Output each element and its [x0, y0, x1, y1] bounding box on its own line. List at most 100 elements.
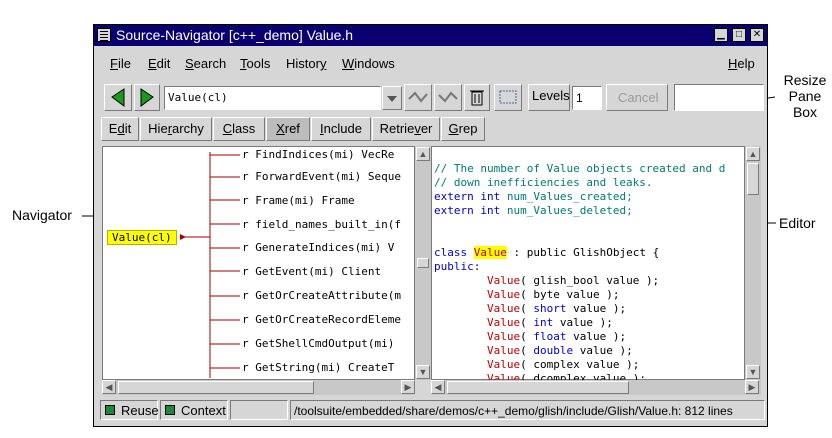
status-path: /toolsuite/embedded/share/demos/c++_demo… — [290, 400, 765, 420]
navigator-row[interactable]: r GenerateIndices(mi) V — [242, 241, 394, 254]
ctor-args: ( — [520, 316, 534, 329]
context-toggle[interactable]: Context — [160, 400, 228, 420]
editor-ctor-line: Value( glish_bool value ); — [434, 274, 659, 287]
ctor-type: double — [533, 344, 574, 357]
resize-pane-box[interactable] — [417, 258, 429, 268]
editor-class-line: class Value : public GlishObject { — [434, 246, 659, 259]
splitter-down-icon[interactable]: ▼ — [416, 365, 430, 379]
status-spacer — [230, 400, 288, 420]
keyword-extern: extern — [434, 190, 474, 203]
navigator-row[interactable]: r field_names_built_in(f — [242, 218, 401, 231]
scroll-right-icon[interactable]: ▶ — [401, 380, 415, 394]
trash-icon — [470, 90, 484, 106]
ctor-type: int — [533, 316, 554, 329]
editor-hscrollbar[interactable]: ◀ ▶ — [431, 380, 761, 395]
editor-ctor-line: Value( complex value ); — [434, 358, 639, 371]
main-window: Source-Navigator [c++_demo] Value.h ▁ □ … — [93, 24, 768, 427]
ctor-args-tail: value ); — [553, 316, 613, 329]
editor-ctor-line: Value( double value ); — [434, 344, 633, 357]
ctor-args: ( — [520, 302, 534, 315]
ctor-name: Value — [486, 330, 521, 343]
ctor-name: Value — [486, 274, 521, 287]
highlighted-class-name[interactable]: Value — [473, 246, 507, 259]
ctor-name: Value — [486, 372, 521, 380]
navigator-row[interactable]: r GetOrCreateRecordEleme — [242, 313, 401, 326]
scroll-right-icon[interactable]: ▶ — [745, 380, 759, 394]
editor-public-line: public: — [434, 260, 481, 273]
ctor-args-tail: value ); — [573, 344, 633, 357]
maximize-button[interactable]: □ — [732, 28, 746, 42]
cancel-button-label: Cancel — [618, 90, 659, 105]
editor-ctor-line: Value( float value ); — [434, 330, 626, 343]
ctor-args: ( glish_bool value ); — [520, 274, 660, 287]
tool-button-2[interactable] — [434, 84, 462, 111]
keyword-int: int — [480, 204, 501, 217]
status-path-text: /toolsuite/embedded/share/demos/c++_demo… — [294, 404, 733, 418]
navigator-row[interactable]: r GetString(mi) CreateT — [242, 361, 394, 374]
levels-input[interactable]: 1 — [572, 86, 602, 110]
ctor-name: Value — [486, 358, 521, 371]
tab-grep[interactable]: Grep — [441, 117, 485, 141]
tool-button-4[interactable] — [494, 84, 522, 111]
ctor-args: ( dcomplex value ); — [520, 372, 646, 380]
levels-label: Levels — [532, 88, 570, 103]
splitter-up-icon[interactable]: ▲ — [416, 147, 430, 161]
ctor-name: Value — [486, 344, 521, 357]
scroll-up-icon[interactable]: ▲ — [746, 147, 760, 161]
ctor-type: short — [533, 302, 567, 315]
reuse-indicator-icon — [105, 405, 115, 415]
toolbar-extra-field[interactable] — [674, 84, 764, 111]
variable-name: num_Values_created; — [506, 190, 633, 203]
class-declaration-rest: : public GlishObject { — [506, 246, 660, 259]
keyword-extern: extern — [434, 204, 474, 217]
navigator-row[interactable]: r GetOrCreateAttribute(m — [242, 289, 401, 302]
navigator-hscroll-thumb[interactable] — [118, 381, 314, 394]
editor-clip-line: Value( dcomplex value ); — [431, 372, 745, 380]
close-button[interactable]: ✕ — [750, 28, 764, 42]
variable-name: num_Values_deleted; — [506, 204, 633, 217]
editor-comment-line: // down inefficiencies and leaks. — [434, 176, 653, 189]
ctor-name: Value — [486, 316, 521, 329]
context-label: Context — [181, 403, 226, 418]
editor-hscroll-thumb[interactable] — [447, 381, 629, 394]
editor-comment-line: // The number of Value objects created a… — [434, 162, 726, 175]
menu-help[interactable]: Help — [728, 56, 755, 71]
editor-ctor-line: Value( dcomplex value ); — [434, 372, 646, 380]
editor-ctor-line: Value( short value ); — [434, 302, 626, 315]
ctor-args-tail: value ); — [566, 330, 627, 343]
navigator-row[interactable]: r ForwardEvent(mi) Seque — [242, 170, 401, 183]
navigator-root-node[interactable]: Value(cl) — [107, 230, 177, 245]
ctor-name: Value — [486, 288, 521, 301]
delete-button[interactable] — [464, 84, 490, 111]
ctor-args: ( complex value ); — [520, 358, 640, 371]
minimize-button[interactable]: ▁ — [714, 28, 728, 42]
editor-ctor-line: Value( int value ); — [434, 316, 613, 329]
reuse-label: Reuse — [121, 403, 159, 418]
keyword-int: int — [480, 190, 501, 203]
context-indicator-icon — [165, 405, 175, 415]
navigator-row[interactable]: r FindIndices(mi) VecRe — [242, 148, 394, 161]
levels-label-box: Levels — [528, 84, 570, 111]
ctor-type: float — [533, 330, 567, 343]
graph-tool-2-icon — [438, 91, 458, 103]
navigator-row[interactable]: r Frame(mi) Frame — [242, 194, 355, 207]
editor-vscrollbar[interactable]: ▲ ▼ — [745, 146, 761, 380]
scroll-down-icon[interactable]: ▼ — [746, 365, 760, 379]
pane-splitter[interactable]: ▲ ▼ — [415, 146, 431, 380]
navigator-hscrollbar[interactable]: ◀ ▶ — [102, 380, 415, 395]
keyword-class: class — [434, 246, 468, 259]
navigator-row[interactable]: r GetEvent(mi) Client — [242, 265, 381, 278]
ctor-args-tail: value ); — [566, 302, 627, 315]
scroll-left-icon[interactable]: ◀ — [102, 380, 116, 394]
editor-vscroll-thumb[interactable] — [747, 163, 759, 195]
tree-layout-icon — [499, 90, 517, 104]
levels-input-value: 1 — [576, 91, 583, 105]
navigator-row[interactable]: r GetShellCmdOutput(mi) — [242, 337, 394, 350]
cancel-button[interactable]: Cancel — [606, 84, 668, 111]
ctor-name: Value — [486, 302, 521, 315]
ctor-args: ( — [520, 344, 534, 357]
ctor-args: ( — [520, 330, 534, 343]
scroll-left-icon[interactable]: ◀ — [431, 380, 445, 394]
editor-ctor-line: Value( byte value ); — [434, 288, 619, 301]
reuse-toggle[interactable]: Reuse — [100, 400, 159, 420]
